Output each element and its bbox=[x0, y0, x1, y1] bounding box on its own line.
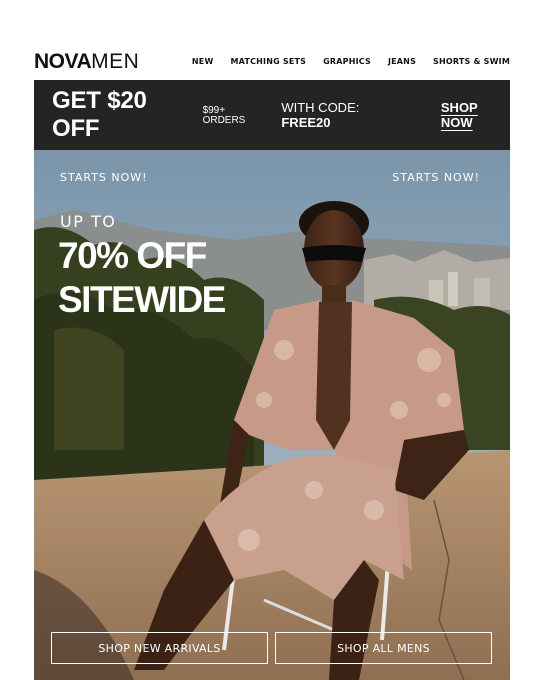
promo-minimum: $99+ ORDERS bbox=[203, 106, 246, 126]
logo-light-text: MEN bbox=[91, 49, 140, 73]
sale-up-to: UP TO bbox=[60, 212, 117, 231]
starts-now-left: STARTS NOW! bbox=[60, 171, 148, 184]
promo-code: FREE20 bbox=[281, 115, 331, 130]
sale-percent: 70% OFF bbox=[58, 235, 207, 276]
logo-bold-text: NOVA bbox=[34, 49, 92, 73]
shop-new-arrivals-button[interactable]: SHOP NEW ARRIVALS bbox=[51, 632, 268, 664]
shop-all-mens-button[interactable]: SHOP ALL MENS bbox=[275, 632, 492, 664]
header: NOVA MEN NEW MATCHING SETS GRAPHICS JEANS… bbox=[34, 48, 510, 74]
promo-code-prefix: WITH CODE: bbox=[281, 100, 360, 115]
nav-matching-sets[interactable]: MATCHING SETS bbox=[230, 57, 306, 66]
logo[interactable]: NOVA MEN bbox=[34, 51, 139, 72]
main-nav: NEW MATCHING SETS GRAPHICS JEANS SHORTS … bbox=[192, 57, 510, 66]
promo-minimum-label: ORDERS bbox=[202, 115, 246, 126]
nav-new[interactable]: NEW bbox=[192, 57, 214, 66]
shop-now-link[interactable]: SHOP NOW bbox=[441, 100, 510, 130]
promo-banner[interactable]: GET $20 OFF $99+ ORDERS WITH CODE: FREE2… bbox=[34, 80, 510, 150]
nav-jeans[interactable]: JEANS bbox=[388, 57, 416, 66]
nav-shorts-swim[interactable]: SHORTS & SWIM bbox=[433, 57, 510, 66]
promo-headline: GET $20 OFF bbox=[52, 87, 147, 142]
hero-banner[interactable]: STARTS NOW! STARTS NOW! UP TO 70% OFF SI… bbox=[34, 150, 510, 680]
nav-graphics[interactable]: GRAPHICS bbox=[323, 57, 371, 66]
promo-code-text: WITH CODE: FREE20 bbox=[281, 100, 407, 130]
starts-now-right: STARTS NOW! bbox=[392, 171, 480, 184]
sale-scope: SITEWIDE bbox=[58, 279, 226, 320]
